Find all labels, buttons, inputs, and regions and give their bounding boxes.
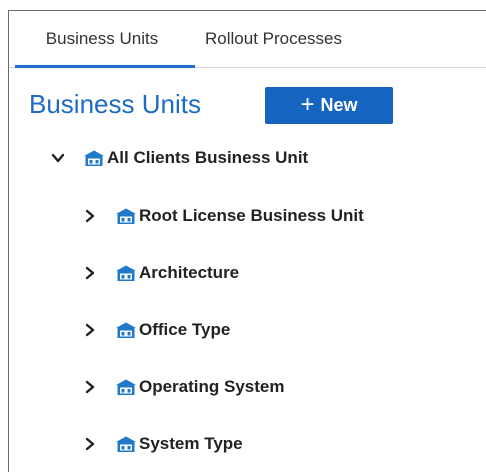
chevron-right-icon[interactable]: [83, 437, 97, 451]
new-button-label: New: [320, 95, 358, 115]
tree-node-label: All Clients Business Unit: [107, 148, 309, 167]
tab-bar: Business Units Rollout Processes: [9, 11, 486, 68]
tree-node-root-license[interactable]: Root License Business Unit: [83, 201, 364, 231]
tree-node-system-type[interactable]: System Type: [83, 429, 243, 459]
chevron-right-icon[interactable]: [83, 266, 97, 280]
tree-node-label: Root License Business Unit: [139, 206, 364, 225]
tree-node-label: Architecture: [139, 263, 240, 282]
chevron-right-icon[interactable]: [83, 323, 97, 337]
business-units-panel: Business Units Rollout Processes Busines…: [8, 10, 486, 472]
new-business-unit-button[interactable]: + New: [265, 87, 393, 124]
tab-rollout-processes[interactable]: Rollout Processes: [205, 11, 415, 67]
tree-node-all-clients[interactable]: All Clients Business Unit: [51, 143, 308, 173]
tree-node-label: Operating System: [139, 377, 285, 396]
page-title: Business Units: [29, 89, 201, 119]
tree-node-label: System Type: [139, 434, 243, 453]
tab-business-units[interactable]: Business Units: [9, 11, 195, 68]
plus-icon: +: [300, 90, 315, 118]
tree-node-architecture[interactable]: Architecture: [83, 258, 239, 288]
tree-node-operating-system[interactable]: Operating System: [83, 372, 285, 402]
business-unit-icon: [116, 322, 136, 338]
chevron-right-icon[interactable]: [83, 380, 97, 394]
chevron-down-icon[interactable]: [51, 151, 65, 165]
chevron-right-icon[interactable]: [83, 209, 97, 223]
business-unit-icon: [84, 150, 104, 166]
business-unit-icon: [116, 379, 136, 395]
business-unit-icon: [116, 208, 136, 224]
tree-node-office-type[interactable]: Office Type: [83, 315, 230, 345]
tree-node-label: Office Type: [139, 320, 231, 339]
business-unit-icon: [116, 265, 136, 281]
business-unit-icon: [116, 436, 136, 452]
